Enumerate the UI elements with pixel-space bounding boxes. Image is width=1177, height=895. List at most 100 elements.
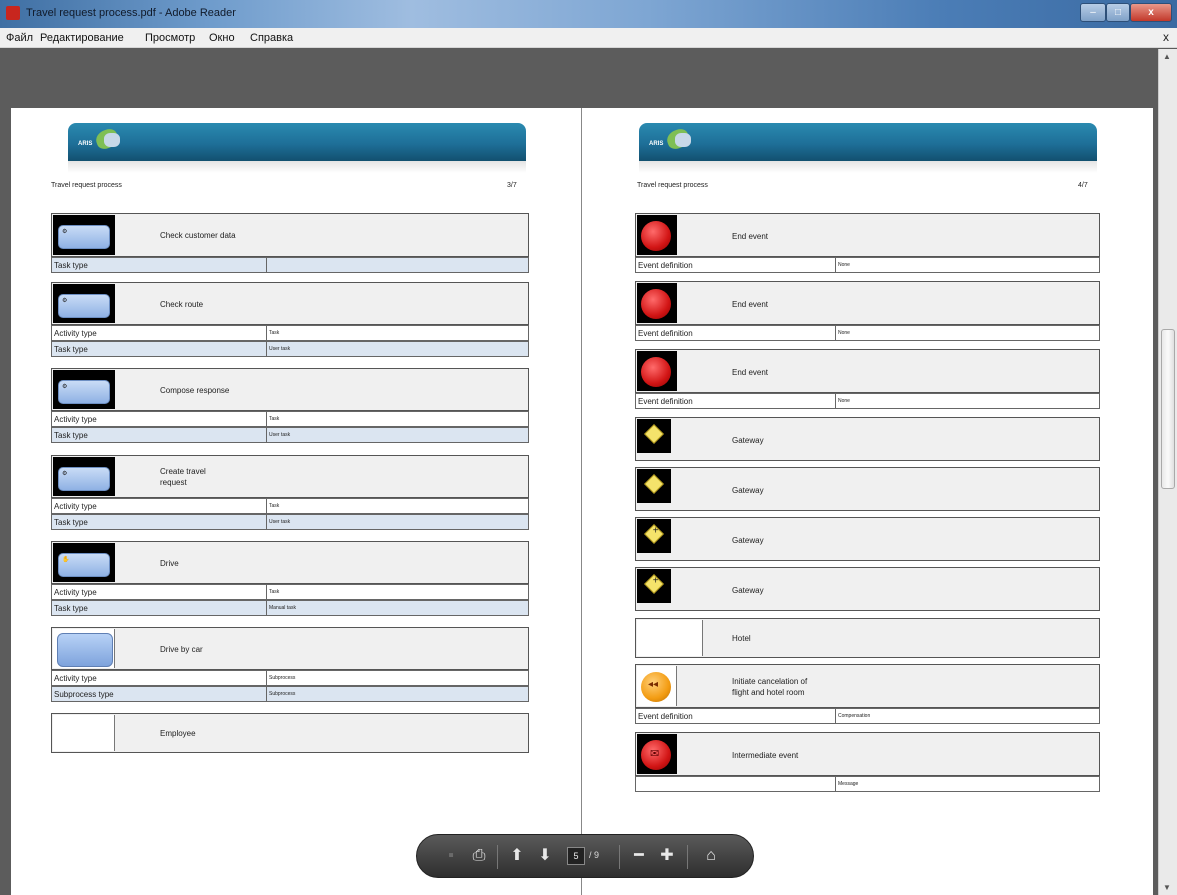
attribute-row: Task type Manual task bbox=[51, 600, 529, 616]
scrollbar-thumb[interactable] bbox=[1161, 329, 1175, 489]
gateway-plus-icon bbox=[637, 519, 671, 553]
object-name: End event bbox=[732, 368, 769, 377]
object-name: Gateway bbox=[732, 586, 764, 595]
floating-toolbar: ▪ ⎙ ⬆ ⬇ / 9 ━ ✚ ⌂ bbox=[416, 834, 754, 878]
attribute-row: Task type User task bbox=[51, 341, 529, 357]
object-name-line2: request bbox=[160, 478, 187, 487]
task-symbol: ⚙ bbox=[53, 215, 115, 255]
compensation-event-icon bbox=[637, 666, 677, 706]
attribute-row: Activity type Task bbox=[51, 584, 529, 600]
page-total: / 9 bbox=[589, 850, 600, 860]
object-name: Gateway bbox=[732, 536, 764, 545]
page-header-banner: ARIS bbox=[639, 123, 1097, 173]
attribute-row: Activity type Task bbox=[51, 325, 529, 341]
object-employee: Employee bbox=[51, 713, 529, 753]
vertical-scrollbar[interactable]: ▲ ▼ bbox=[1158, 49, 1177, 895]
task-symbol: ⚙ bbox=[53, 457, 115, 496]
object-name: End event bbox=[732, 232, 769, 241]
end-event-icon bbox=[637, 351, 677, 391]
object-name: Initiate cancelation of bbox=[732, 677, 808, 686]
page-4: ARIS Travel request process 4/7 End even… bbox=[582, 108, 1153, 895]
aris-logo: ARIS bbox=[649, 126, 695, 153]
zoom-in-icon[interactable]: ✚ bbox=[657, 847, 677, 865]
document-close-button[interactable]: x bbox=[1163, 30, 1169, 44]
object-initiate-cancelation: Initiate cancelation of flight and hotel… bbox=[635, 664, 1100, 708]
object-name: Create travel bbox=[160, 467, 206, 476]
save-icon[interactable]: ▪ bbox=[441, 847, 461, 865]
aris-logo: ARIS bbox=[78, 126, 124, 153]
document-title: Travel request process bbox=[51, 182, 122, 189]
object-name: Check customer data bbox=[160, 231, 236, 240]
object-gateway: Gateway bbox=[635, 467, 1100, 511]
object-intermediate-event: Intermediate event bbox=[635, 732, 1100, 776]
object-name: Employee bbox=[160, 729, 196, 738]
attribute-row: Activity type Task bbox=[51, 498, 529, 514]
menu-file[interactable]: Файл bbox=[6, 32, 33, 44]
gateway-icon bbox=[637, 469, 671, 503]
close-button[interactable]: x bbox=[1130, 3, 1172, 22]
object-drive-by-car: Drive by car bbox=[51, 627, 529, 670]
scroll-down-icon[interactable]: ▼ bbox=[1163, 883, 1171, 892]
print-icon[interactable]: ⎙ bbox=[469, 847, 489, 865]
gateway-plus-icon bbox=[637, 569, 671, 603]
zoom-out-icon[interactable]: ━ bbox=[629, 847, 649, 865]
attribute-row: Event definition None bbox=[635, 325, 1100, 341]
attribute-row: Task type User task bbox=[51, 427, 529, 443]
menu-edit[interactable]: Редактирование bbox=[40, 32, 124, 44]
object-end-event: End event bbox=[635, 281, 1100, 325]
read-mode-icon[interactable]: ⌂ bbox=[701, 847, 721, 865]
adobe-reader-icon bbox=[6, 6, 20, 20]
page-number: 3/7 bbox=[507, 182, 517, 189]
object-name-line2: flight and hotel room bbox=[732, 688, 805, 697]
attribute-row: Message bbox=[635, 776, 1100, 792]
document-viewport[interactable]: ARIS Travel request process 3/7 ⚙ Check … bbox=[0, 49, 1158, 895]
object-name: Gateway bbox=[732, 486, 764, 495]
subprocess-symbol bbox=[53, 629, 115, 668]
object-name: Hotel bbox=[732, 634, 751, 643]
page-header-banner: ARIS bbox=[68, 123, 526, 173]
object-hotel: Hotel bbox=[635, 618, 1100, 658]
object-name: Compose response bbox=[160, 386, 230, 395]
object-create-travel-request: ⚙ Create travel request bbox=[51, 455, 529, 498]
page-number-input[interactable] bbox=[567, 847, 585, 865]
object-name: Drive bbox=[160, 559, 179, 568]
title-bar: Travel request process.pdf - Adobe Reade… bbox=[0, 0, 1177, 28]
attribute-row: Event definition Compensation bbox=[635, 708, 1100, 724]
previous-page-icon[interactable]: ⬆ bbox=[507, 847, 527, 865]
maximize-button[interactable]: □ bbox=[1106, 3, 1130, 22]
attribute-row: Subprocess type Subprocess bbox=[51, 686, 529, 702]
object-compose-response: ⚙ Compose response bbox=[51, 368, 529, 411]
task-symbol: ⚙ bbox=[53, 284, 115, 323]
window-title: Travel request process.pdf - Adobe Reade… bbox=[26, 7, 236, 19]
attribute-row: Activity type Task bbox=[51, 411, 529, 427]
object-name: Intermediate event bbox=[732, 751, 799, 760]
page-3: ARIS Travel request process 3/7 ⚙ Check … bbox=[11, 108, 581, 895]
object-gateway: Gateway bbox=[635, 567, 1100, 611]
menu-help[interactable]: Справка bbox=[250, 32, 293, 44]
page-number: 4/7 bbox=[1078, 182, 1088, 189]
menu-view[interactable]: Просмотр bbox=[145, 32, 195, 44]
attribute-row: Task type bbox=[51, 257, 529, 273]
object-check-customer-data: ⚙ Check customer data bbox=[51, 213, 529, 257]
end-event-icon bbox=[637, 283, 677, 323]
gateway-icon bbox=[637, 419, 671, 453]
manual-task-symbol: ✋ bbox=[53, 543, 115, 582]
attribute-row: Event definition None bbox=[635, 257, 1100, 273]
document-title: Travel request process bbox=[637, 182, 708, 189]
object-name: Check route bbox=[160, 300, 204, 309]
attribute-row: Event definition None bbox=[635, 393, 1100, 409]
object-gateway: Gateway bbox=[635, 417, 1100, 461]
role-symbol bbox=[53, 715, 115, 751]
object-drive: ✋ Drive bbox=[51, 541, 529, 584]
object-end-event: End event bbox=[635, 349, 1100, 393]
minimize-button[interactable]: – bbox=[1080, 3, 1106, 22]
lane-symbol bbox=[637, 620, 703, 656]
attribute-row: Activity type Subprocess bbox=[51, 670, 529, 686]
object-name: Drive by car bbox=[160, 645, 203, 654]
next-page-icon[interactable]: ⬇ bbox=[535, 847, 555, 865]
message-event-icon bbox=[637, 734, 677, 774]
object-name: Gateway bbox=[732, 436, 764, 445]
scroll-up-icon[interactable]: ▲ bbox=[1163, 52, 1171, 61]
menu-window[interactable]: Окно bbox=[209, 32, 235, 44]
object-check-route: ⚙ Check route bbox=[51, 282, 529, 325]
